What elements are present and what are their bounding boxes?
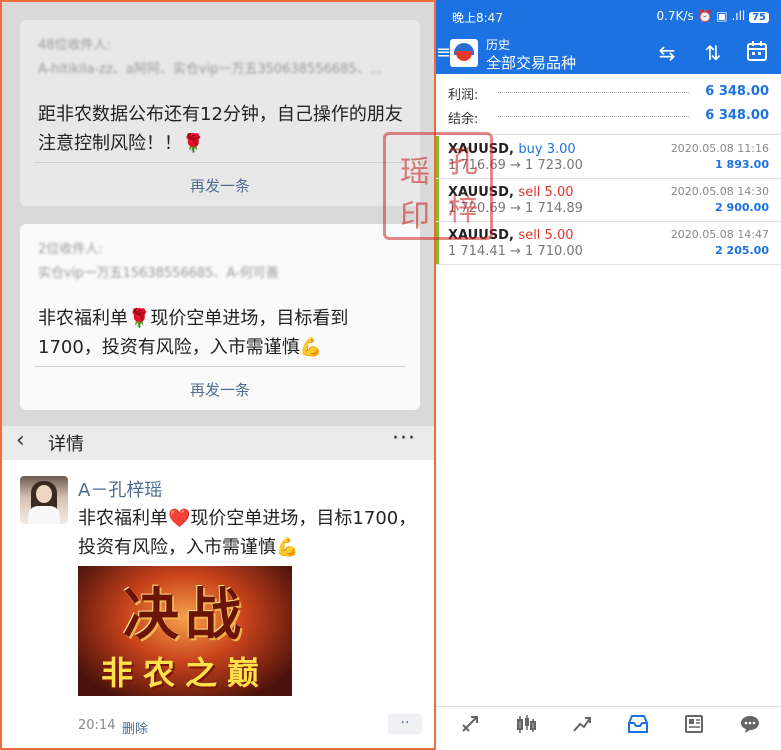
status-bar: 晚上8:47 0.7K/s ⏰ ▣ .ıll 75 [436,0,781,32]
recipient-list: 实仓vip一万五15638556685、A-何可善 [38,266,279,281]
trade-side: sell 5.00 [518,228,574,243]
sort-icon[interactable]: ⇅ [700,40,726,66]
trade-profit: 2 205.00 [715,244,769,257]
symbol-filter[interactable]: 全部交易品种 [486,52,576,73]
stamp-char: 印 [400,199,430,234]
seal-stamp: 孔 瑶 梓 印 [383,132,493,240]
trade-side: buy 3.00 [518,142,576,157]
calendar-icon[interactable] [744,40,770,66]
battery-icon: 75 [749,12,769,23]
resend-button[interactable]: 再发一条 [20,379,420,400]
group-message-card: 48位收件人: A-hitikila-zz、a阿阿、实仓vip一万五350638… [20,20,420,206]
app-bar: ≡ 历史 全部交易品种 ⇆ ⇅ [436,32,781,74]
trade-date: 2020.05.08 14:30 [670,185,769,198]
post-image[interactable]: 决战 非农之巅 [78,566,292,696]
quotes-icon[interactable] [450,713,490,743]
balance-row: 结余: 6 348.00 [448,104,769,127]
group-message-card: 2位收件人: 实仓vip一万五15638556685、A-何可善 非农福利单🌹现… [20,224,420,410]
stamp-char: 孔 [448,145,478,180]
message-text: 非农福利单🌹现价空单进场，目标看到1700，投资有风险，入市需谨慎💪 [38,308,349,358]
news-icon[interactable] [674,713,714,743]
trade-profit: 1 893.00 [715,158,769,171]
status-time: 晚上8:47 [452,11,503,25]
chat-icon[interactable] [730,713,770,743]
bottom-nav [436,706,781,750]
stamp-char: 梓 [448,193,478,228]
balance-label: 结余: [448,112,479,127]
trade-date: 2020.05.08 14:47 [670,228,769,241]
trade-profit: 2 900.00 [715,201,769,214]
summary-block: 利润: 6 348.00 结余: 6 348.00 [436,78,781,134]
stamp-char: 瑶 [400,155,430,190]
detail-header: ‹ 详情 ··· [2,426,434,460]
exchange-icon[interactable]: ⇆ [654,40,680,66]
balance-value: 6 348.00 [705,108,769,123]
trade-side: sell 5.00 [518,185,574,200]
group-send-panel: 48位收件人: A-hitikila-zz、a阿阿、实仓vip一万五350638… [0,0,436,428]
chart-icon[interactable] [506,713,546,743]
recipient-count: 48位收件人: [38,38,111,53]
comment-like-button[interactable]: ·· [388,714,422,734]
app-logo [450,39,478,67]
post-image-title: 决战 [123,582,247,648]
profit-value: 6 348.00 [705,84,769,99]
trade-icon[interactable] [562,713,602,743]
post-text: 非农福利单❤️现价空单进场，目标1700，投资有风险，入市需谨慎💪 [78,508,417,558]
menu-icon[interactable]: ≡ [436,42,451,63]
author-name[interactable]: A－孔梓瑶 [78,476,162,502]
chevron-left-icon[interactable]: ‹ [16,428,25,453]
avatar[interactable] [20,476,68,524]
more-options-icon[interactable]: ··· [392,426,416,451]
message-text: 距非农数据公布还有12分钟，自己操作的朋友注意控制风险！！🌹 [38,104,403,154]
moments-detail-panel: ‹ 详情 ··· A－孔梓瑶 非农福利单❤️现价空单进场，目标1700，投资有风… [0,426,436,750]
divider [34,162,406,163]
divider [34,366,406,367]
history-icon[interactable] [618,713,658,743]
profit-row: 利润: 6 348.00 [448,80,769,103]
network-status: 0.7K/s ⏰ ▣ .ıll [656,9,750,23]
status-indicators: 0.7K/s ⏰ ▣ .ıll 75 [656,9,769,23]
screen-title: 历史 [486,38,511,52]
profit-label: 利润: [448,88,479,103]
trade-date: 2020.05.08 11:16 [670,142,769,155]
trade-prices: 1 714.41 → 1 710.00 [448,244,583,259]
delete-link[interactable]: 删除 [122,718,148,737]
mt-history-screen: 晚上8:47 0.7K/s ⏰ ▣ .ıll 75 ≡ 历史 全部交易品种 ⇆ … [436,0,781,750]
detail-title: 详情 [48,434,84,455]
recipient-count: 2位收件人: [38,242,103,257]
post-image-subtitle: 非农之巅 [100,654,269,692]
resend-button[interactable]: 再发一条 [20,175,420,196]
recipient-list: A-hitikila-zz、a阿阿、实仓vip一万五350638556685、.… [38,62,383,77]
wechat-screenshots: 48位收件人: A-hitikila-zz、a阿阿、实仓vip一万五350638… [0,0,436,750]
post-time: 20:14 [78,718,116,733]
